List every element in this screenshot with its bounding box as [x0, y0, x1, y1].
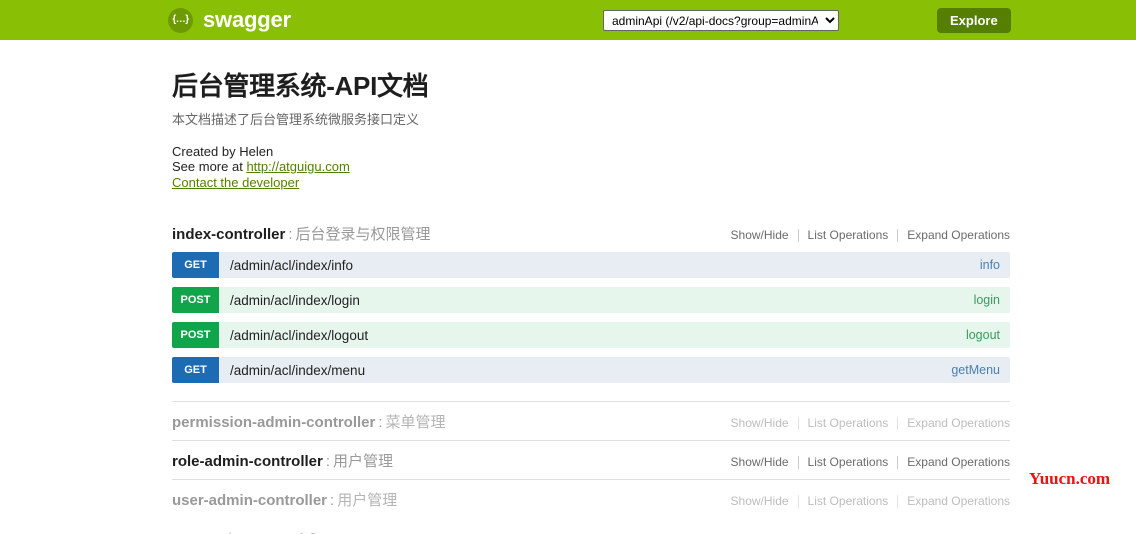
expand-operations-link[interactable]: Expand Operations — [898, 455, 1010, 469]
swagger-brand: {…} swagger — [168, 7, 291, 33]
operation-nickname: login — [973, 293, 1000, 307]
expand-operations-link[interactable]: Expand Operations — [898, 494, 1010, 508]
list-operations-link[interactable]: List Operations — [799, 494, 898, 508]
resource-index-controller: index-controller: 后台登录与权限管理 Show/Hide Lis… — [172, 214, 1010, 401]
api-version-value: 1.0 — [298, 530, 317, 534]
resource-description: 后台登录与权限管理 — [295, 226, 431, 243]
operation-nickname: info — [979, 258, 1000, 272]
contact-line: Contact the developer — [172, 175, 1010, 190]
resource-options: Show/Hide List Operations Expand Operati… — [722, 494, 1010, 508]
resource-header: index-controller: 后台登录与权限管理 Show/Hide Lis… — [172, 214, 1010, 252]
contact-developer-link[interactable]: Contact the developer — [172, 175, 299, 190]
method-badge: POST — [172, 287, 219, 313]
created-by-line: Created by Helen — [172, 144, 274, 159]
resource-role-admin-controller: role-admin-controller: 用户管理 Show/Hide Lis… — [172, 440, 1010, 479]
resource-title[interactable]: index-controller: 后台登录与权限管理 — [172, 223, 431, 244]
resource-separator: : — [330, 492, 335, 509]
resource-name: index-controller — [172, 226, 286, 243]
operation-body: /admin/acl/index/logout logout — [219, 322, 1010, 348]
show-hide-link[interactable]: Show/Hide — [722, 228, 798, 242]
resource-name: permission-admin-controller — [172, 414, 376, 431]
list-operations-link[interactable]: List Operations — [799, 416, 898, 430]
resource-header: permission-admin-controller: 菜单管理 Show/Hi… — [172, 402, 1010, 440]
operation-row[interactable]: POST /admin/acl/index/logout logout — [172, 322, 1010, 348]
see-more-label: See more at — [172, 159, 247, 174]
expand-operations-link[interactable]: Expand Operations — [898, 416, 1010, 430]
resource-separator: : — [378, 414, 383, 431]
resource-description: 用户管理 — [333, 453, 394, 470]
operation-nickname: getMenu — [951, 363, 1000, 377]
top-bar: {…} swagger adminApi (/v2/api-docs?group… — [0, 0, 1136, 40]
resource-name: role-admin-controller — [172, 453, 323, 470]
resource-description: 菜单管理 — [385, 414, 446, 431]
operation-path: /admin/acl/index/login — [230, 292, 360, 308]
watermark: Yuucn.com — [1029, 469, 1111, 488]
resource-user-admin-controller: user-admin-controller: 用户管理 Show/Hide Lis… — [172, 479, 1010, 518]
method-badge: GET — [172, 357, 219, 383]
resource-options: Show/Hide List Operations Expand Operati… — [722, 455, 1010, 469]
operation-body: /admin/acl/index/menu getMenu — [219, 357, 1010, 383]
resource-header: user-admin-controller: 用户管理 Show/Hide Lis… — [172, 480, 1010, 518]
page-title: 后台管理系统-API文档 — [172, 71, 429, 101]
operation-row[interactable]: POST /admin/acl/index/login login — [172, 287, 1010, 313]
resource-list: index-controller: 后台登录与权限管理 Show/Hide Lis… — [172, 214, 1010, 518]
method-badge: POST — [172, 322, 219, 348]
resource-separator: : — [325, 453, 331, 470]
show-hide-link[interactable]: Show/Hide — [722, 455, 798, 469]
explore-button[interactable]: Explore — [937, 8, 1011, 33]
list-operations-link[interactable]: List Operations — [799, 455, 898, 469]
page-subtitle: 本文档描述了后台管理系统微服务接口定义 — [172, 112, 420, 127]
operation-path: /admin/acl/index/menu — [230, 362, 366, 378]
operation-nickname: logout — [965, 328, 1000, 342]
resource-permission-admin-controller: permission-admin-controller: 菜单管理 Show/Hi… — [172, 401, 1010, 440]
resource-header: role-admin-controller: 用户管理 Show/Hide Lis… — [172, 441, 1010, 479]
resource-separator: : — [288, 226, 293, 243]
see-more-line: See more at http://atguigu.com — [172, 159, 1010, 174]
operation-body: /admin/acl/index/login login — [219, 287, 1010, 313]
resource-description: 用户管理 — [337, 492, 398, 509]
api-spec-select[interactable]: adminApi (/v2/api-docs?group=adminApi) — [603, 10, 839, 31]
resource-title[interactable]: user-admin-controller: 用户管理 — [172, 489, 397, 510]
see-more-link[interactable]: http://atguigu.com — [246, 159, 349, 174]
operation-path: /admin/acl/index/info — [230, 257, 354, 273]
operation-list: GET /admin/acl/index/info info POST /adm… — [172, 252, 1010, 401]
operation-row[interactable]: GET /admin/acl/index/info info — [172, 252, 1010, 278]
api-select-wrapper: adminApi (/v2/api-docs?group=adminApi) — [603, 10, 839, 31]
resource-title[interactable]: permission-admin-controller: 菜单管理 — [172, 411, 446, 432]
show-hide-link[interactable]: Show/Hide — [722, 494, 798, 508]
operation-body: /admin/acl/index/info info — [219, 252, 1010, 278]
brand-name: swagger — [203, 7, 291, 32]
show-hide-link[interactable]: Show/Hide — [722, 416, 798, 430]
resource-title[interactable]: role-admin-controller: 用户管理 — [172, 450, 393, 471]
list-operations-link[interactable]: List Operations — [799, 228, 898, 242]
main-content: 后台管理系统-API文档 本文档描述了后台管理系统微服务接口定义 Created… — [172, 40, 1010, 534]
method-badge: GET — [172, 252, 219, 278]
resource-options: Show/Hide List Operations Expand Operati… — [722, 228, 1010, 242]
operation-path: /admin/acl/index/logout — [230, 327, 369, 343]
swagger-logo-icon: {…} — [168, 7, 193, 33]
resource-options: Show/Hide List Operations Expand Operati… — [722, 416, 1010, 430]
expand-operations-link[interactable]: Expand Operations — [898, 228, 1010, 242]
resource-name: user-admin-controller — [172, 492, 328, 509]
operation-row[interactable]: GET /admin/acl/index/menu getMenu — [172, 357, 1010, 383]
api-footer: [ base url: /, api version: 1.0 ] — [172, 530, 1010, 534]
